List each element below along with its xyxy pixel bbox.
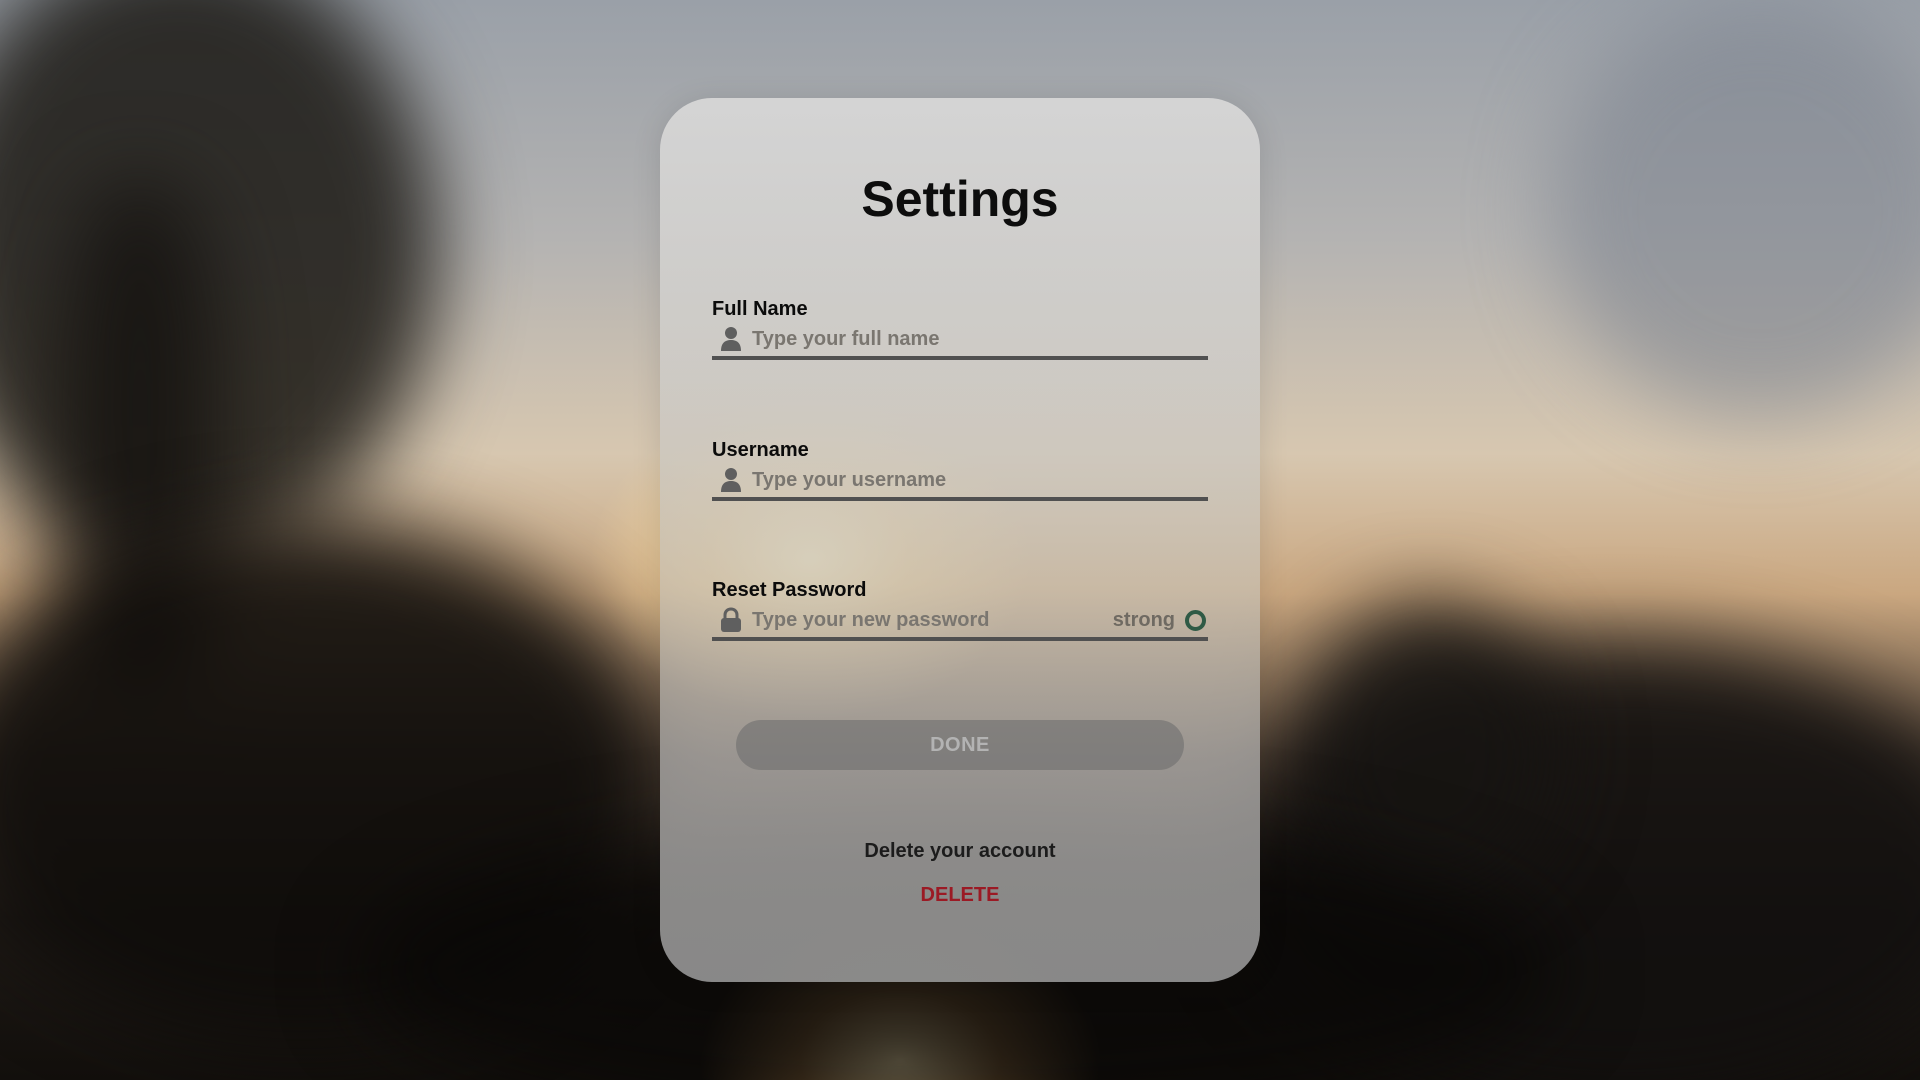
done-button[interactable]: DONE [736, 720, 1184, 770]
password-field: Reset Password strong [712, 577, 1208, 641]
user-icon [720, 466, 742, 494]
page-title: Settings [861, 171, 1059, 227]
password-strength-label: strong [1112, 608, 1175, 631]
full-name-label: Full Name [712, 298, 808, 320]
username-field: Username [712, 437, 1208, 501]
password-input[interactable] [752, 605, 1113, 635]
delete-account-container: DELETE [660, 884, 1260, 907]
full-name-input[interactable] [752, 324, 1208, 354]
full-name-field: Full Name [712, 296, 1208, 360]
settings-card: Settings Full Name Username [660, 98, 1260, 982]
password-strength-indicator-icon [1185, 609, 1206, 631]
full-name-row [712, 322, 1208, 360]
username-row [712, 463, 1208, 501]
lock-icon [720, 606, 742, 634]
password-row: strong [712, 603, 1208, 641]
delete-account-caption: Delete your account [864, 840, 1056, 862]
username-input[interactable] [752, 465, 1208, 495]
username-label: Username [712, 439, 809, 461]
password-label: Reset Password [712, 579, 867, 601]
delete-account-button[interactable]: DELETE [921, 884, 1000, 906]
user-icon [720, 325, 742, 353]
